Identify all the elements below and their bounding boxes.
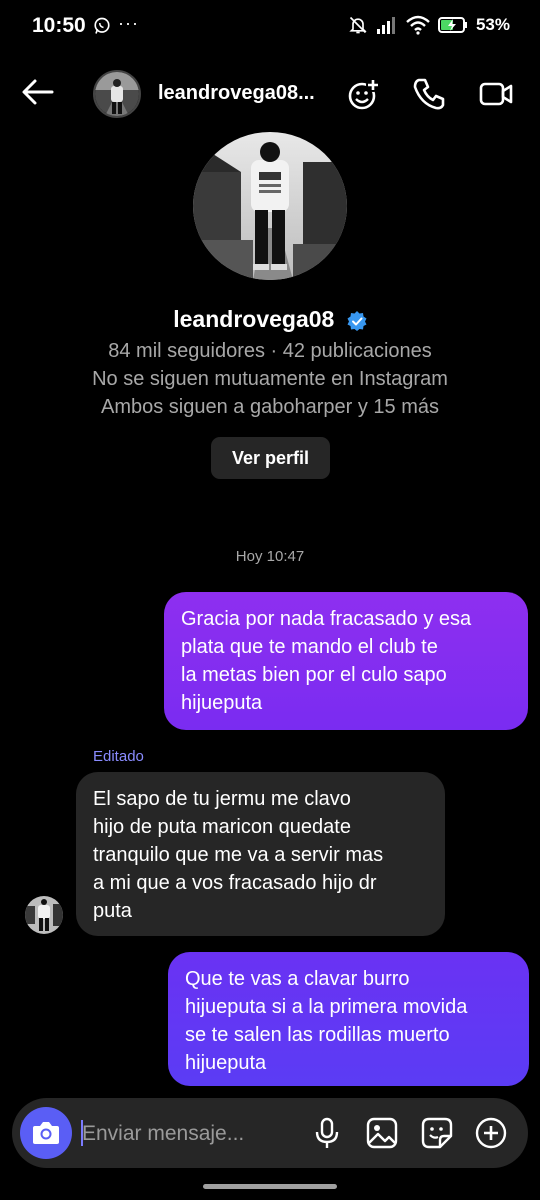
profile-name-row: leandrovega08 — [0, 306, 540, 333]
status-more-dots: ··· — [118, 13, 139, 33]
chat-timestamp: Hoy 10:47 — [235, 548, 305, 565]
sticker-icon[interactable] — [419, 1115, 455, 1151]
add-icon[interactable] — [473, 1115, 509, 1151]
home-indicator[interactable] — [203, 1184, 337, 1189]
profile-mutual: No se siguen mutuamente en Instagram — [92, 368, 448, 390]
phone-icon[interactable] — [411, 76, 447, 112]
add-effect-icon[interactable] — [346, 76, 382, 112]
back-arrow-icon[interactable] — [20, 74, 56, 110]
profile-name: leandrovega08 — [173, 306, 335, 332]
whatsapp-icon — [94, 17, 110, 34]
video-icon[interactable] — [478, 76, 514, 112]
profile-both-follow: Ambos siguen a gaboharper y 15 más — [101, 396, 439, 418]
verified-badge-icon — [347, 310, 367, 331]
gallery-icon[interactable] — [364, 1115, 400, 1151]
message-input[interactable] — [80, 1116, 284, 1152]
profile-picture[interactable] — [193, 132, 347, 280]
message-bubble-outgoing[interactable]: Gracia por nada fracasado y esa plata qu… — [164, 592, 528, 730]
header-avatar[interactable] — [93, 70, 141, 118]
camera-button[interactable] — [20, 1107, 72, 1159]
mute-icon — [349, 16, 367, 34]
edited-label: Editado — [93, 748, 144, 765]
text-caret — [81, 1120, 83, 1146]
status-bar: 10:50 ··· 53% — [0, 0, 540, 56]
message-composer — [12, 1098, 528, 1168]
sender-avatar[interactable] — [25, 896, 63, 934]
avatar-image — [95, 72, 139, 116]
profile-followers: 84 mil seguidores · 42 publicaciones — [108, 340, 432, 362]
signal-icon — [376, 17, 395, 34]
chat-header: leandrovega08... — [0, 62, 540, 126]
avatar-image — [25, 896, 63, 934]
wifi-icon — [406, 15, 430, 35]
status-time: 10:50 — [32, 14, 86, 37]
battery-charging-icon — [437, 17, 467, 33]
battery-percent: 53% — [475, 15, 510, 34]
camera-icon — [33, 1122, 59, 1144]
microphone-icon[interactable] — [309, 1115, 345, 1151]
header-username[interactable]: leandrovega08... — [158, 82, 328, 105]
view-profile-button[interactable]: Ver perfil — [211, 437, 330, 479]
message-bubble-outgoing[interactable]: Que te vas a clavar burro hijueputa si a… — [168, 952, 529, 1086]
message-bubble-incoming[interactable]: El sapo de tu jermu me clavo hijo de put… — [76, 772, 445, 936]
profile-photo — [193, 132, 347, 280]
